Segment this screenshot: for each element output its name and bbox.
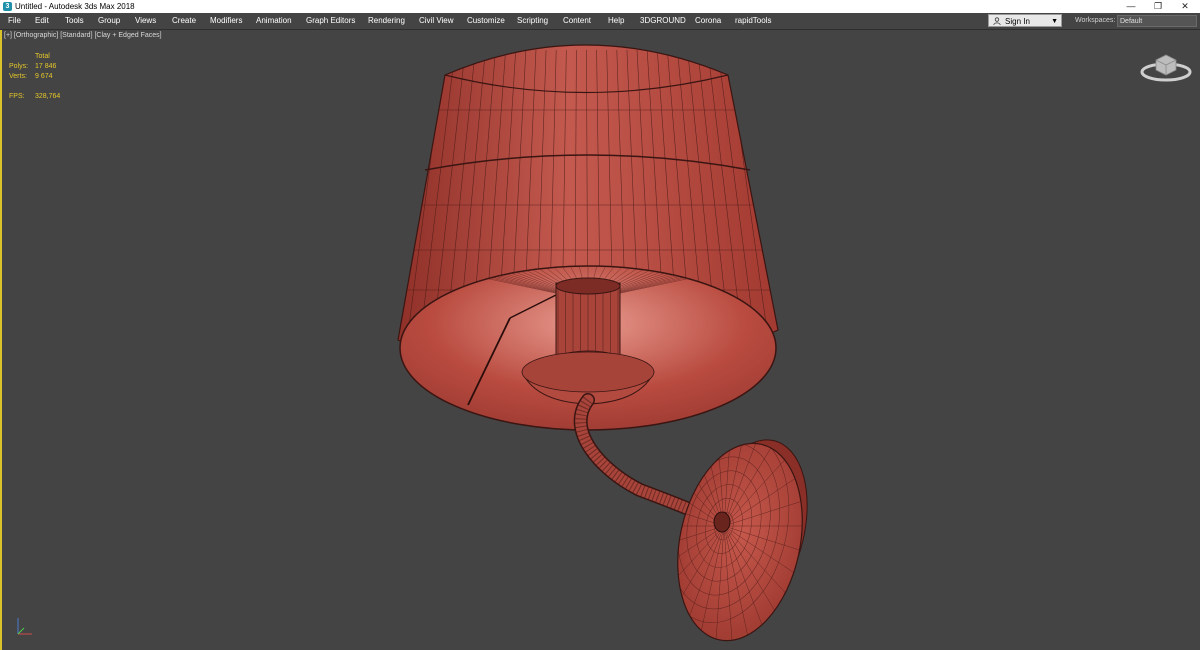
menu-graph-editors[interactable]: Graph Editors	[306, 13, 355, 29]
viewport[interactable]	[0, 30, 1200, 650]
menu-civil-view[interactable]: Civil View	[419, 13, 454, 29]
menu-3dground[interactable]: 3DGROUND	[640, 13, 686, 29]
viewport-label[interactable]: [+] [Orthographic] [Standard] [Clay + Ed…	[4, 32, 162, 39]
fps-label: FPS:	[9, 93, 25, 100]
restore-button[interactable]: ❐	[1145, 0, 1171, 13]
workspaces-label: Workspaces:	[1075, 17, 1116, 24]
menu-create[interactable]: Create	[172, 13, 196, 29]
fps-value: 328,764	[35, 93, 61, 100]
title-bar: 3 Untitled - Autodesk 3ds Max 2018 — ❐ ✕	[0, 0, 1200, 13]
axis-tripod-icon	[17, 618, 32, 635]
menu-help[interactable]: Help	[608, 13, 624, 29]
chevron-down-icon: ▼	[1051, 18, 1058, 25]
menu-tools[interactable]: Tools	[65, 13, 84, 29]
minimize-button[interactable]: —	[1118, 0, 1144, 13]
user-icon	[993, 17, 1001, 25]
polys-value: 17 846	[35, 63, 57, 70]
window-title: Untitled - Autodesk 3ds Max 2018	[15, 2, 135, 11]
menu-animation[interactable]: Animation	[256, 13, 292, 29]
workspaces-select[interactable]: Default	[1117, 15, 1197, 27]
menu-scripting[interactable]: Scripting	[517, 13, 548, 29]
menu-corona[interactable]: Corona	[695, 13, 721, 29]
polys-label: Polys:	[9, 63, 29, 70]
menu-group[interactable]: Group	[98, 13, 120, 29]
verts-label: Verts:	[9, 73, 27, 80]
menu-customize[interactable]: Customize	[467, 13, 505, 29]
menu-file[interactable]: File	[8, 13, 21, 29]
menu-views[interactable]: Views	[135, 13, 156, 29]
menu-modifiers[interactable]: Modifiers	[210, 13, 242, 29]
sign-in-label: Sign In	[1005, 17, 1030, 26]
verts-value: 9 674	[35, 73, 53, 80]
close-button[interactable]: ✕	[1172, 0, 1198, 13]
stats-header: Total	[35, 53, 50, 60]
menu-edit[interactable]: Edit	[35, 13, 49, 29]
menu-rapidtools[interactable]: rapidTools	[735, 13, 771, 29]
viewcube-icon[interactable]	[1140, 48, 1192, 84]
app-icon[interactable]: 3	[3, 2, 12, 11]
menu-rendering[interactable]: Rendering	[368, 13, 405, 29]
sign-in-dropdown[interactable]: Sign In ▼	[988, 14, 1062, 27]
menu-content[interactable]: Content	[563, 13, 591, 29]
